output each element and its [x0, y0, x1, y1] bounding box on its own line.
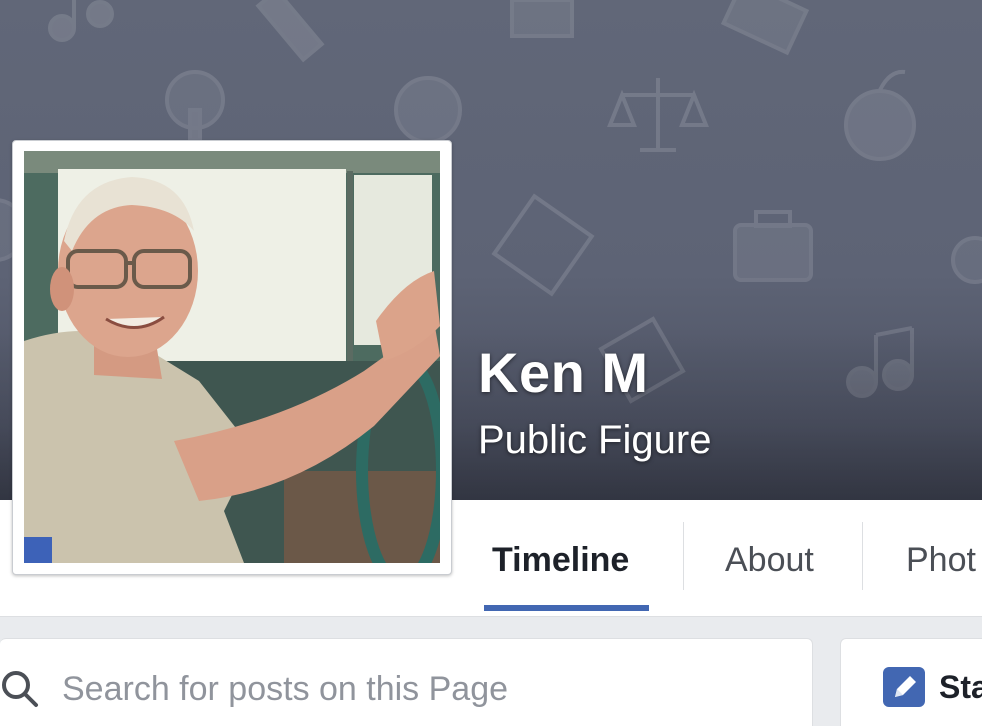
- nav-divider: [862, 522, 863, 590]
- apple-pattern-icon: [844, 69, 916, 161]
- search-input[interactable]: [62, 663, 782, 715]
- status-composer[interactable]: Sta: [840, 638, 982, 726]
- tab-about[interactable]: About: [725, 520, 814, 600]
- status-label: Sta: [939, 669, 982, 705]
- pencil-icon: [883, 667, 925, 707]
- profile-photo: [24, 151, 440, 563]
- book-pattern-icon: [720, 0, 810, 56]
- column-pattern-icon: [491, 193, 595, 297]
- tree-pattern-icon: [165, 70, 225, 142]
- active-tab-indicator: [484, 605, 649, 611]
- nav-divider: [683, 522, 684, 590]
- board-pattern-icon: [510, 0, 574, 38]
- profile-picture[interactable]: [12, 140, 452, 575]
- briefcase-pattern-icon: [733, 210, 813, 282]
- right-pattern-icon: [951, 236, 982, 284]
- scales-pattern-icon: [607, 78, 709, 152]
- palette-pattern-icon: [394, 76, 462, 144]
- tab-timeline[interactable]: Timeline: [492, 520, 629, 600]
- page-title[interactable]: Ken M: [478, 340, 649, 405]
- facebook-page: Ken M Public Figure Timeline About Phot: [0, 0, 982, 726]
- page-search-box: [0, 638, 813, 726]
- music-note-icon: [48, 0, 114, 42]
- page-category[interactable]: Public Figure: [478, 418, 711, 463]
- search-icon: [2, 671, 38, 707]
- pencil-pattern-icon: [255, 0, 325, 63]
- tab-photos[interactable]: Phot: [906, 520, 976, 600]
